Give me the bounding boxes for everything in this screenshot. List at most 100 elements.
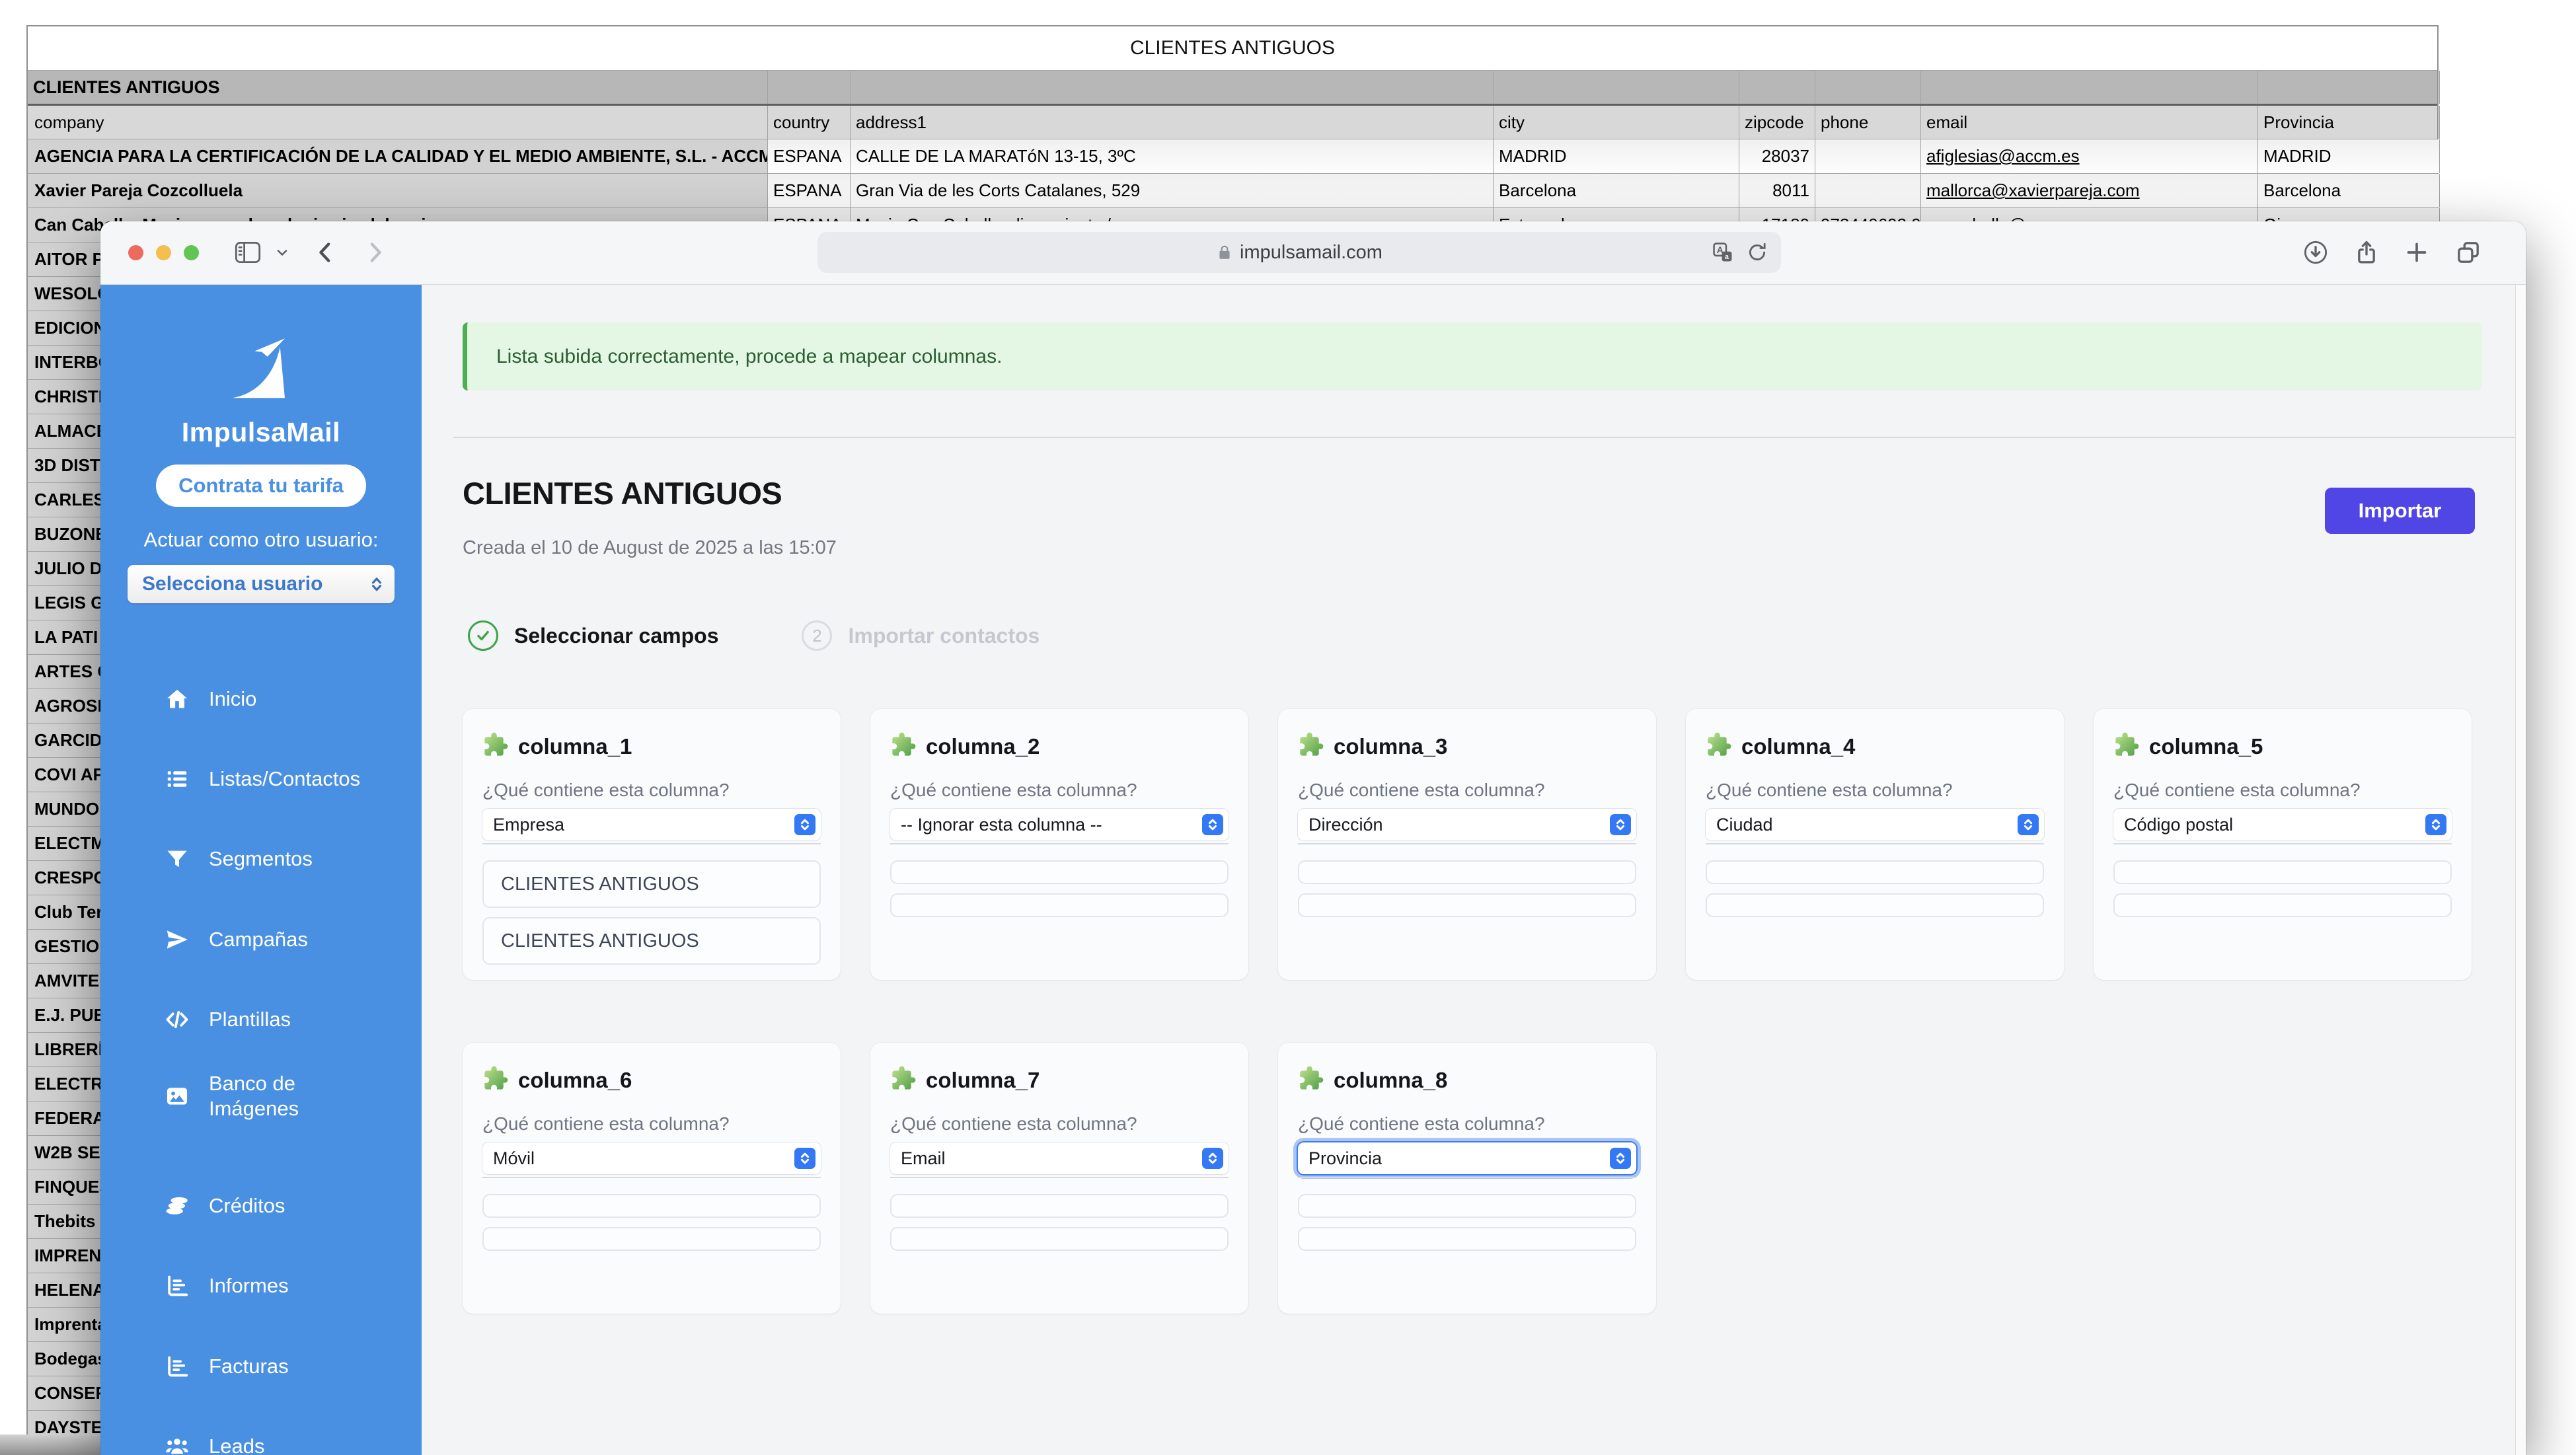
sheet-cell[interactable]: afiglesias@accm.es [1921,139,2258,173]
puzzle-icon [482,1065,509,1095]
tab-overview-icon[interactable] [2453,237,2483,268]
column-type-select[interactable]: Empresa [482,809,821,840]
sidebar-item-label: Segmentos [209,846,313,872]
column-question-label: ¿Qué contiene esta columna? [2113,780,2452,801]
select-underline [890,1177,1229,1178]
select-underline [1298,843,1636,844]
chevron-down-icon[interactable] [267,237,297,268]
sidebar-item-label: Leads [209,1434,264,1455]
sheet-cell[interactable]: MADRID [2258,139,2440,173]
column-type-select[interactable]: Provincia [1298,1142,1636,1174]
select-underline [482,843,821,844]
column-name: columna_6 [518,1068,632,1093]
sheet-cell[interactable]: CALLE DE LA MARATóN 13-15, 3ºC [851,139,1494,173]
column-type-select[interactable]: Código postal [2113,809,2452,840]
sheet-band-cell[interactable] [1494,71,1739,104]
sheet-cell[interactable]: 28037 [1739,139,1815,173]
sheet-band-cell[interactable] [1739,71,1815,104]
column-name: columna_7 [926,1068,1040,1093]
sidebar-item-banco-de-im-genes[interactable]: Banco de Imágenes [164,1075,299,1117]
sheet-band-cell[interactable] [851,71,1494,104]
sheet-cell[interactable]: 8011 [1739,174,1815,207]
column-type-select[interactable]: Móvil [482,1142,821,1174]
sidebar-toggle-icon[interactable] [233,237,263,268]
column-type-select[interactable]: -- Ignorar esta columna -- [890,809,1229,840]
share-icon[interactable] [2351,237,2382,268]
sidebar-item-segmentos[interactable]: Segmentos [164,838,313,880]
contract-plan-button[interactable]: Contrata tu tarifa [156,465,366,507]
sheet-cell[interactable] [1815,174,1921,207]
sample-value-box [1706,860,2044,884]
page-title: CLIENTES ANTIGUOS [463,475,782,511]
sheet-cell[interactable]: Barcelona [1494,174,1739,207]
sheet-cell[interactable]: Gran Via de les Corts Catalanes, 529 [851,174,1494,207]
sidebar-item-informes[interactable]: Informes [164,1265,289,1307]
sheet-cell[interactable] [1815,139,1921,173]
select-value: Móvil [493,1148,794,1169]
sidebar-item-listas-contactos[interactable]: Listas/Contactos [164,758,360,800]
sample-value-box [890,893,1229,917]
sidebar-item-plantillas[interactable]: Plantillas [164,998,291,1041]
sheet-cell[interactable]: mallorca@xavierpareja.com [1921,174,2258,207]
main-content: Lista subida correctamente, procede a ma… [422,285,2526,1455]
sheet-cell[interactable]: MADRID [1494,139,1739,173]
column-type-select[interactable]: Dirección [1298,809,1636,840]
sheet-cell[interactable]: ESPANA [768,174,851,207]
sample-value-box: CLIENTES ANTIGUOS [482,860,821,908]
sidebar-item-label: Banco de Imágenes [209,1071,299,1121]
back-button[interactable] [311,237,341,268]
downloads-icon[interactable] [2300,237,2331,268]
lock-icon [1216,244,1233,261]
translate-icon[interactable]: Aa [1708,238,1737,267]
column-type-select[interactable]: Ciudad [1706,809,2044,840]
sidebar-item-facturas[interactable]: Facturas [164,1345,289,1388]
sheet-column-header[interactable]: address1 [851,106,1494,139]
sheet-band-cell[interactable] [2258,71,2440,104]
user-select[interactable]: Selecciona usuario [128,565,395,603]
sample-value-box: CLIENTES ANTIGUOS [482,917,821,965]
sheet-cell[interactable]: Xavier Pareja Cozcolluela [28,174,768,207]
import-button[interactable]: Importar [2325,488,2475,534]
sidebar-item-inicio[interactable]: Inicio [164,678,256,720]
sheet-cell[interactable]: Barcelona [2258,174,2440,207]
sheet-band-cell[interactable] [768,71,851,104]
sample-value-box [1298,860,1636,884]
sheet-column-header[interactable]: phone [1815,106,1921,139]
sheet-column-header[interactable]: zipcode [1739,106,1815,139]
sidebar-item-label: Plantillas [209,1007,291,1032]
column-type-select[interactable]: Email [890,1142,1229,1174]
address-bar[interactable]: impulsamail.com Aa [817,232,1781,273]
sidebar-item-leads[interactable]: Leads [164,1425,264,1455]
sidebar-item-campa-as[interactable]: Campañas [164,918,308,961]
funnel-icon [164,846,190,872]
sheet-band-cell[interactable]: CLIENTES ANTIGUOS [28,71,768,104]
page-scrollbar[interactable] [2515,285,2526,1455]
sheet-column-header[interactable]: email [1921,106,2258,139]
card-header: columna_2 [890,731,1229,761]
minimize-window-button[interactable] [156,245,171,260]
puzzle-icon [890,1065,917,1095]
sheet-band-cell[interactable] [1815,71,1921,104]
column-question-label: ¿Qué contiene esta columna? [890,1113,1229,1135]
reload-icon[interactable] [1743,238,1772,267]
sheet-column-header[interactable]: city [1494,106,1739,139]
brand-name: ImpulsaMail [100,417,422,448]
webpage: ImpulsaMail Contrata tu tarifa Actuar co… [100,285,2526,1455]
close-window-button[interactable] [128,245,143,260]
list-icon [164,766,190,792]
column-name: columna_4 [1741,734,1855,759]
sheet-column-header[interactable]: Provincia [2258,106,2440,139]
sheet-cell[interactable]: AGENCIA PARA LA CERTIFICACIÓN DE LA CALI… [28,139,768,173]
bar-chart-icon [164,1353,190,1380]
new-tab-icon[interactable] [2402,237,2432,268]
puzzle-icon [482,731,509,761]
sidebar-item-cr-ditos[interactable]: Créditos [164,1185,285,1227]
sheet-band-cell[interactable] [1921,71,2258,104]
sheet-column-header[interactable]: country [768,106,851,139]
zoom-window-button[interactable] [184,245,199,260]
sheet-cell[interactable]: ESPANA [768,139,851,173]
forward-button[interactable] [360,237,390,268]
sheet-column-header[interactable]: company [28,106,768,139]
sheet-row: Xavier Pareja CozcolluelaESPANAGran Via … [28,174,2437,208]
column-name: columna_8 [1334,1068,1447,1093]
